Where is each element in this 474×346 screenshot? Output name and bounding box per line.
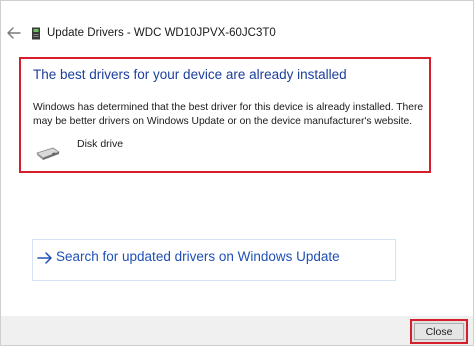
result-heading: The best drivers for your device are alr… <box>33 67 347 82</box>
back-arrow-icon[interactable] <box>5 26 23 40</box>
update-drivers-window: Update Drivers - WDC WD10JPVX-60JC3T0 Th… <box>0 0 474 346</box>
dialog-footer <box>1 316 473 345</box>
search-windows-update-link[interactable]: Search for updated drivers on Windows Up… <box>32 239 396 281</box>
close-button[interactable]: Close <box>410 319 468 344</box>
window-title: Update Drivers - WDC WD10JPVX-60JC3T0 <box>47 27 276 39</box>
device-name: Disk drive <box>77 138 124 150</box>
result-description: Windows has determined that the best dri… <box>33 102 424 127</box>
disk-drive-icon <box>35 147 61 161</box>
windows-update-link-label: Search for updated drivers on Windows Up… <box>56 249 340 264</box>
device-icon <box>31 27 41 40</box>
title-bar: Update Drivers - WDC WD10JPVX-60JC3T0 <box>1 1 473 51</box>
close-button-label: Close <box>414 323 464 340</box>
right-arrow-icon <box>37 251 53 265</box>
already-installed-panel: The best drivers for your device are alr… <box>19 57 431 173</box>
